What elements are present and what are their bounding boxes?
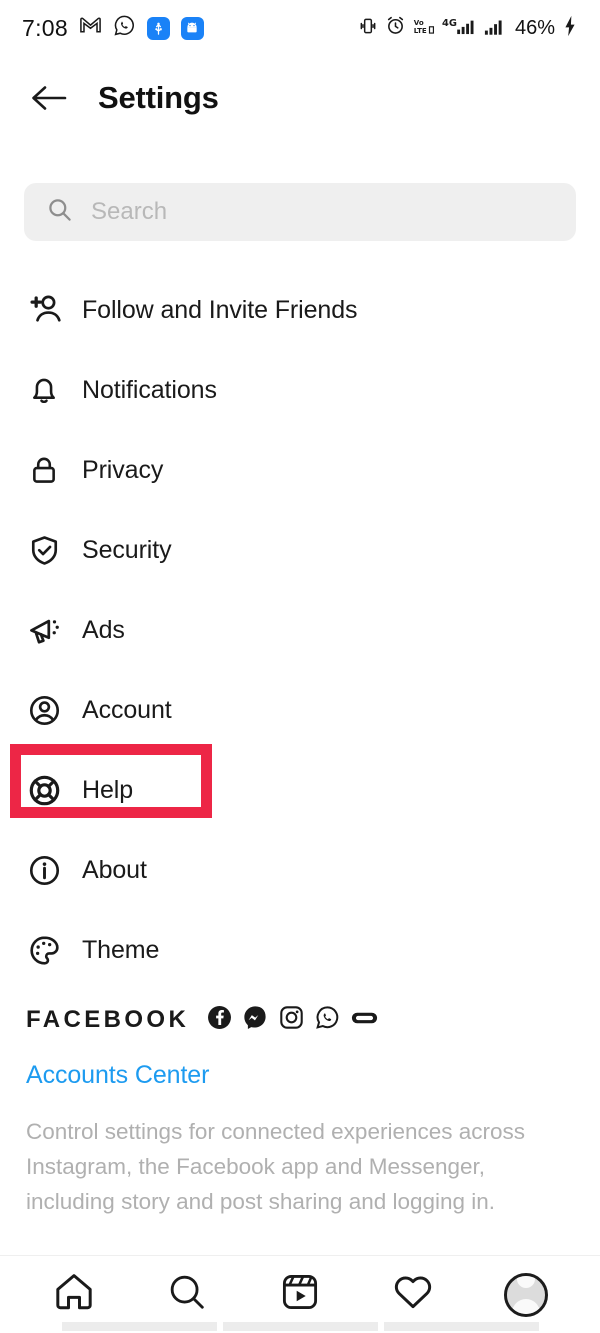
oculus-icon	[351, 1009, 378, 1032]
app-header: Settings	[0, 56, 600, 140]
menu-item-ads[interactable]: Ads	[0, 590, 600, 670]
svg-text:LTE: LTE	[414, 26, 427, 35]
menu-item-label: Account	[82, 695, 172, 724]
menu-item-notifications[interactable]: Notifications	[0, 350, 600, 430]
app-screen: 7:08 Vo LTE 4G 46% Settings Search Follo…	[0, 0, 600, 1333]
android-icon	[180, 16, 204, 40]
settings-menu-list: Follow and Invite Friends Notifications …	[0, 270, 600, 990]
gmail-icon	[79, 14, 102, 42]
accounts-center-link[interactable]: Accounts Center	[26, 1061, 586, 1090]
back-arrow-icon	[32, 86, 67, 110]
signal-4g-icon: 4G	[442, 15, 476, 42]
menu-item-theme[interactable]: Theme	[0, 910, 600, 990]
status-bar-right: Vo LTE 4G 46%	[358, 15, 578, 42]
vibrate-icon	[358, 15, 378, 42]
instagram-icon	[279, 1005, 304, 1035]
menu-item-account[interactable]: Account	[0, 670, 600, 750]
person-circle-icon	[26, 692, 68, 729]
person-add-icon	[26, 291, 68, 329]
menu-item-help[interactable]: Help	[0, 750, 600, 830]
home-indicator-segment	[61, 1322, 217, 1331]
whatsapp-icon	[315, 1005, 340, 1035]
facebook-section-title: FACEBOOK	[26, 1006, 190, 1033]
menu-item-label: Ads	[82, 615, 125, 644]
search-placeholder[interactable]: Search	[91, 198, 167, 226]
menu-item-label: Privacy	[82, 455, 164, 484]
menu-item-follow-and-invite-friends[interactable]: Follow and Invite Friends	[0, 270, 600, 350]
signal-bars-icon	[483, 15, 507, 42]
home-indicator	[0, 1322, 600, 1331]
back-button[interactable]	[18, 67, 80, 129]
facebook-app-icons	[207, 1005, 378, 1035]
facebook-section: FACEBOOK Accounts Center Control setting…	[26, 1005, 586, 1219]
nav-profile-button[interactable]	[489, 1264, 563, 1326]
search-icon	[46, 196, 73, 228]
menu-item-label: Notifications	[82, 375, 217, 404]
svg-text:4G: 4G	[442, 18, 457, 29]
menu-item-label: Follow and Invite Friends	[82, 295, 358, 324]
messenger-icon	[243, 1005, 268, 1035]
menu-item-privacy[interactable]: Privacy	[0, 430, 600, 510]
accounts-center-description: Control settings for connected experienc…	[26, 1119, 526, 1214]
home-indicator-segment	[222, 1322, 378, 1331]
bell-icon	[26, 372, 68, 408]
menu-item-label: Theme	[82, 935, 160, 964]
lock-icon	[26, 452, 68, 488]
menu-item-label: About	[82, 855, 147, 884]
menu-item-security[interactable]: Security	[0, 510, 600, 590]
lifebuoy-icon	[26, 772, 68, 809]
avatar-icon	[503, 1272, 548, 1317]
usb-icon	[146, 16, 170, 40]
facebook-icon	[207, 1005, 232, 1035]
menu-item-label: Help	[82, 775, 134, 804]
battery-percent: 46%	[514, 16, 555, 39]
alarm-icon	[385, 15, 406, 41]
info-circle-icon	[26, 852, 68, 889]
menu-item-label: Security	[82, 535, 172, 564]
search-bar[interactable]: Search	[24, 183, 576, 241]
shield-check-icon	[26, 532, 68, 569]
nav-activity-button[interactable]	[376, 1264, 450, 1326]
status-bar: 7:08 Vo LTE 4G 46%	[0, 0, 600, 56]
charging-bolt-icon	[562, 15, 578, 42]
status-bar-left: 7:08	[22, 14, 204, 42]
whatsapp-icon	[113, 14, 136, 42]
volte-icon: Vo LTE	[413, 15, 435, 42]
heart-icon	[391, 1270, 435, 1319]
reels-icon	[279, 1271, 321, 1318]
megaphone-icon	[26, 611, 68, 649]
facebook-section-header: FACEBOOK	[26, 1005, 586, 1035]
page-title: Settings	[98, 80, 219, 115]
nav-search-button[interactable]	[150, 1264, 224, 1326]
home-indicator-segment	[383, 1322, 539, 1331]
status-time: 7:08	[22, 14, 68, 41]
nav-reels-button[interactable]	[263, 1264, 337, 1326]
palette-icon	[26, 932, 68, 969]
search-icon	[166, 1271, 208, 1318]
menu-item-about[interactable]: About	[0, 830, 600, 910]
search-input-container[interactable]: Search	[24, 183, 576, 241]
nav-home-button[interactable]	[37, 1264, 111, 1326]
home-icon	[52, 1270, 96, 1319]
